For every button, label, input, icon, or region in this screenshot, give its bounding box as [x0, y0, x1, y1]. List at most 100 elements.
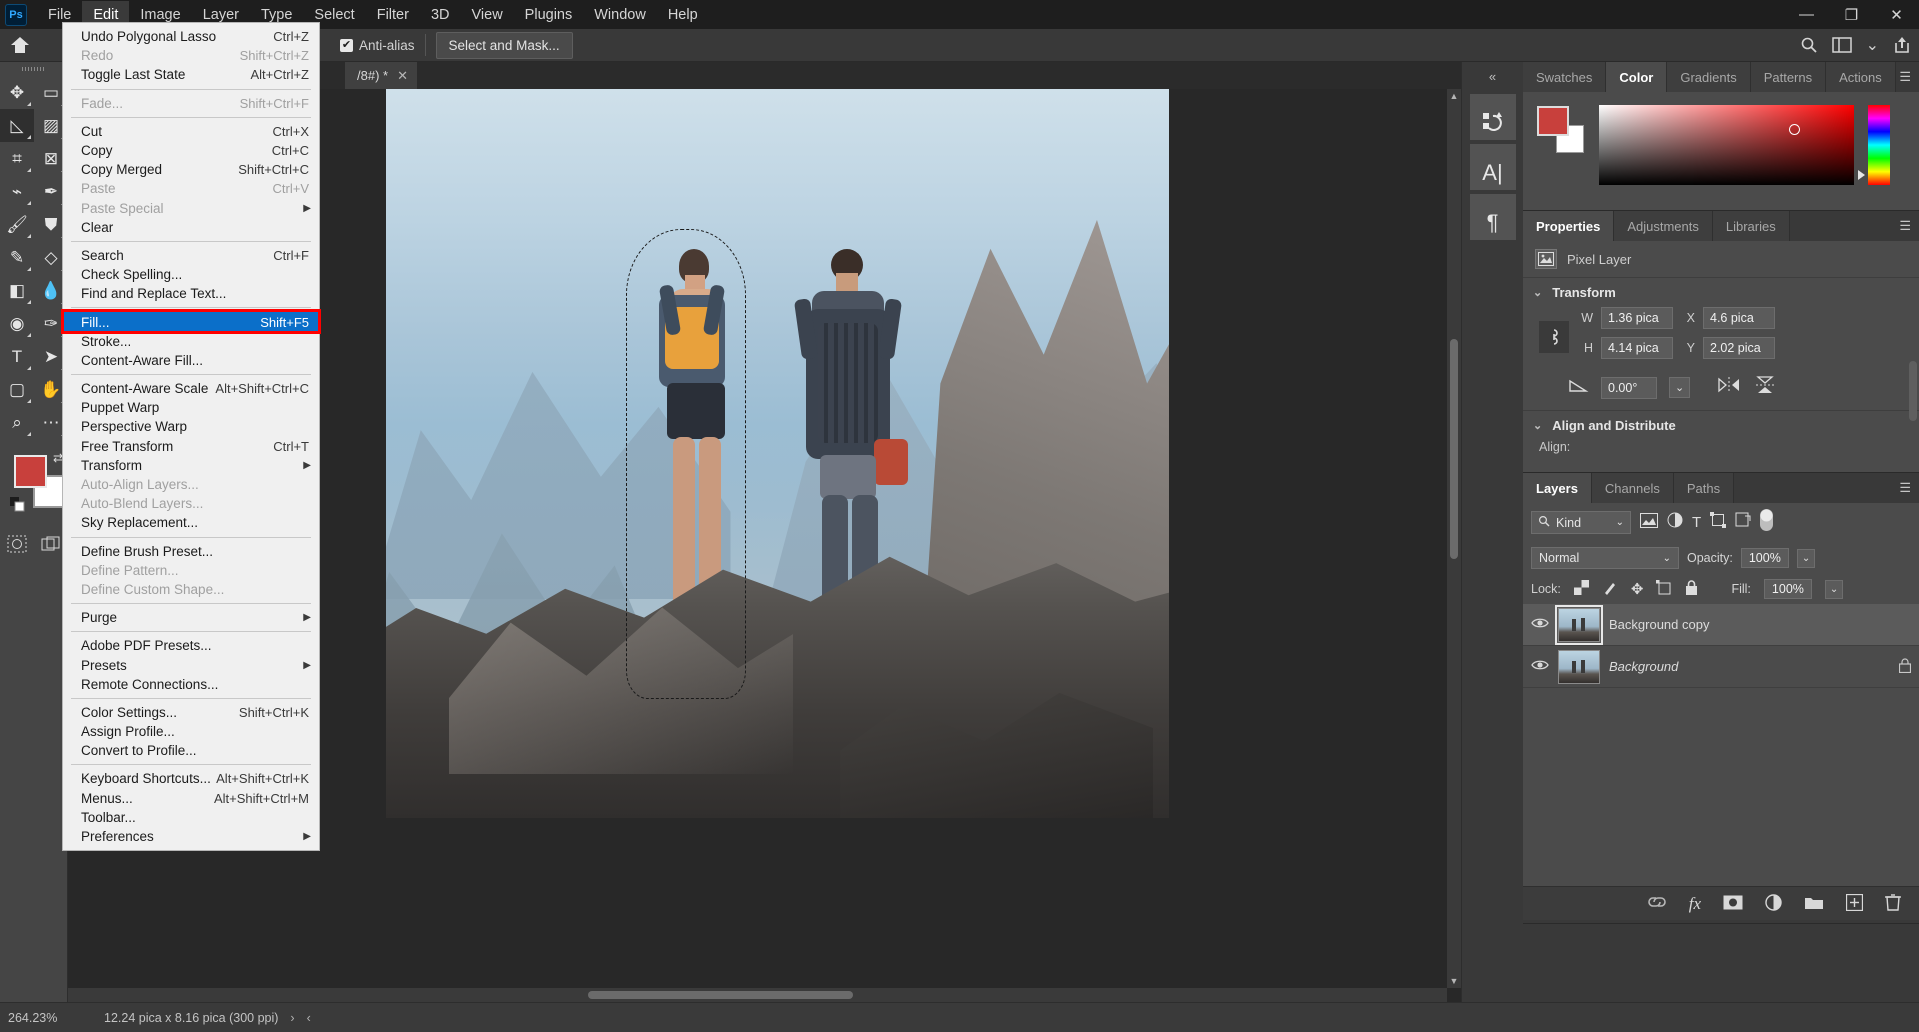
collapse-panels-icon[interactable]: « [1462, 62, 1523, 90]
type-filter-icon[interactable]: T [1692, 514, 1701, 531]
color-fg-bg-swatches[interactable] [1537, 106, 1589, 154]
menu-item-menus[interactable]: Menus... Alt+Shift+Ctrl+M [63, 789, 319, 808]
canvas-horizontal-scrollbar[interactable] [68, 988, 1447, 1002]
default-colors-icon[interactable] [10, 497, 26, 518]
menu-item-free-transform[interactable]: Free Transform Ctrl+T [63, 437, 319, 456]
pixel-filter-icon[interactable] [1640, 512, 1658, 533]
tab-libraries[interactable]: Libraries [1712, 211, 1790, 241]
chevron-down-icon[interactable]: ⌄ [1866, 35, 1879, 55]
fill-input[interactable]: 100% [1763, 579, 1812, 599]
tab-properties[interactable]: Properties [1523, 211, 1615, 241]
color-panel-tabs[interactable]: Swatches Color Gradients Patterns Actions ☰ [1523, 62, 1919, 92]
vertical-scroll-thumb[interactable] [1450, 339, 1458, 559]
delete-layer-icon[interactable] [1885, 893, 1901, 914]
paragraph-panel-button[interactable]: ¶ [1469, 194, 1516, 240]
link-layers-icon[interactable] [1647, 895, 1667, 912]
menu-item-toggle-last-state[interactable]: Toggle Last State Alt+Ctrl+Z [63, 65, 319, 84]
filter-toggle-icon[interactable] [1760, 509, 1774, 536]
menu-plugins[interactable]: Plugins [514, 1, 584, 29]
menu-item-convert-to-profile[interactable]: Convert to Profile... [63, 741, 319, 760]
chevron-down-icon[interactable]: ⌄ [1796, 548, 1816, 568]
tab-paths[interactable]: Paths [1673, 473, 1735, 503]
close-icon[interactable]: ✕ [397, 68, 408, 84]
move-tool[interactable]: ✥ [0, 76, 34, 109]
tab-gradients[interactable]: Gradients [1667, 62, 1751, 92]
menu-filter[interactable]: Filter [366, 1, 420, 29]
minimize-button[interactable]: — [1784, 0, 1829, 29]
menu-item-perspective-warp[interactable]: Perspective Warp [63, 417, 319, 436]
flip-vertical-icon[interactable] [1754, 375, 1776, 400]
eyedropper-tool[interactable]: ⌁ [0, 175, 34, 208]
menu-item-define-brush-preset[interactable]: Define Brush Preset... [63, 542, 319, 561]
edit-menu-dropdown[interactable]: Undo Polygonal Lasso Ctrl+Z Redo Shift+Ctrl… [62, 22, 320, 852]
tab-adjustments[interactable]: Adjustments [1614, 211, 1713, 241]
menu-item-sky-replacement[interactable]: Sky Replacement... [63, 513, 319, 532]
link-wh-icon[interactable] [1539, 321, 1569, 353]
flip-horizontal-icon[interactable] [1716, 376, 1742, 399]
menu-item-presets[interactable]: Presets ▶ [63, 655, 319, 674]
menu-3d[interactable]: 3D [420, 1, 461, 29]
tab-layers[interactable]: Layers [1523, 473, 1592, 503]
add-layer-mask-icon[interactable] [1723, 895, 1743, 913]
menu-item-keyboard-shortcuts[interactable]: Keyboard Shortcuts... Alt+Shift+Ctrl+K [63, 769, 319, 788]
select-and-mask-button[interactable]: Select and Mask... [435, 31, 573, 59]
horizontal-type-tool[interactable]: T [0, 340, 34, 373]
document-tab[interactable]: /8#) * ✕ [345, 62, 418, 89]
tab-patterns[interactable]: Patterns [1750, 62, 1827, 92]
layer-visibility-icon[interactable] [1531, 659, 1549, 674]
adjustment-filter-icon[interactable] [1667, 512, 1683, 533]
menu-item-color-settings[interactable]: Color Settings... Shift+Ctrl+K [63, 703, 319, 722]
smart-object-filter-icon[interactable] [1735, 512, 1751, 533]
lock-transparent-pixels-icon[interactable] [1573, 580, 1589, 598]
lock-position-icon[interactable]: ✥ [1631, 580, 1644, 598]
layer-visibility-icon[interactable] [1531, 617, 1549, 632]
chevron-down-icon[interactable]: ⌄ [1616, 517, 1624, 528]
chevron-down-icon[interactable]: ⌄ [1824, 579, 1844, 599]
properties-panel-tabs[interactable]: Properties Adjustments Libraries ☰ [1523, 211, 1919, 241]
layer-style-fx-icon[interactable]: fx [1689, 894, 1701, 914]
menu-item-toolbar[interactable]: Toolbar... [63, 808, 319, 827]
properties-scrollbar[interactable] [1909, 361, 1917, 421]
menu-item-clear[interactable]: Clear [63, 218, 319, 237]
search-icon[interactable] [1800, 36, 1818, 54]
menu-item-puppet-warp[interactable]: Puppet Warp [63, 398, 319, 417]
lock-image-pixels-icon[interactable] [1602, 580, 1618, 599]
menu-item-stroke[interactable]: Stroke... [63, 332, 319, 351]
horizontal-scroll-thumb[interactable] [588, 991, 853, 999]
color-square-picker[interactable] [1599, 105, 1854, 185]
character-panel-button[interactable]: A| [1469, 144, 1516, 190]
menu-item-copy[interactable]: Copy Ctrl+C [63, 141, 319, 160]
menu-item-purge[interactable]: Purge ▶ [63, 608, 319, 627]
menu-item-cut[interactable]: Cut Ctrl+X [63, 122, 319, 141]
status-expand-arrow-icon[interactable]: › [290, 1011, 294, 1025]
rectangle-tool[interactable]: ▢ [0, 373, 34, 406]
tab-swatches[interactable]: Swatches [1523, 62, 1607, 92]
share-icon[interactable] [1893, 36, 1911, 54]
foreground-color-swatch[interactable] [14, 455, 47, 488]
x-input[interactable]: 4.6 pica [1703, 307, 1775, 329]
tab-actions[interactable]: Actions [1826, 62, 1896, 92]
layer-thumbnail[interactable] [1555, 604, 1603, 645]
panel-menu-icon[interactable]: ☰ [1899, 219, 1911, 232]
transform-section-header[interactable]: ⌄ Transform [1523, 278, 1919, 307]
history-panel-button[interactable] [1469, 94, 1516, 140]
align-section-header[interactable]: ⌄ Align and Distribute [1523, 410, 1919, 440]
panel-menu-icon[interactable]: ☰ [1899, 70, 1911, 83]
layer-thumbnail[interactable] [1558, 649, 1600, 684]
zoom-level[interactable]: 264.23% [8, 1011, 94, 1025]
gradient-tool[interactable]: ◧ [0, 274, 34, 307]
menu-item-transform[interactable]: Transform ▶ [63, 456, 319, 475]
chevron-down-icon[interactable]: ⌄ [1533, 419, 1542, 432]
menu-item-preferences[interactable]: Preferences ▶ [63, 827, 319, 846]
quick-mask-icon[interactable] [0, 527, 34, 560]
scroll-up-arrow-icon[interactable]: ▲ [1447, 89, 1461, 103]
brush-tool[interactable]: 🖌 [0, 208, 34, 241]
crop-tool[interactable]: ⌗ [0, 142, 34, 175]
home-icon[interactable] [0, 35, 40, 55]
history-brush-tool[interactable]: ✎ [0, 241, 34, 274]
menu-item-remote-connections[interactable]: Remote Connections... [63, 675, 319, 694]
zoom-tool[interactable]: ⌕ [0, 406, 34, 439]
menu-item-fill[interactable]: Fill... Shift+F5 [63, 312, 319, 332]
document-image[interactable] [386, 89, 1169, 818]
width-input[interactable]: 1.36 pica [1601, 307, 1673, 329]
